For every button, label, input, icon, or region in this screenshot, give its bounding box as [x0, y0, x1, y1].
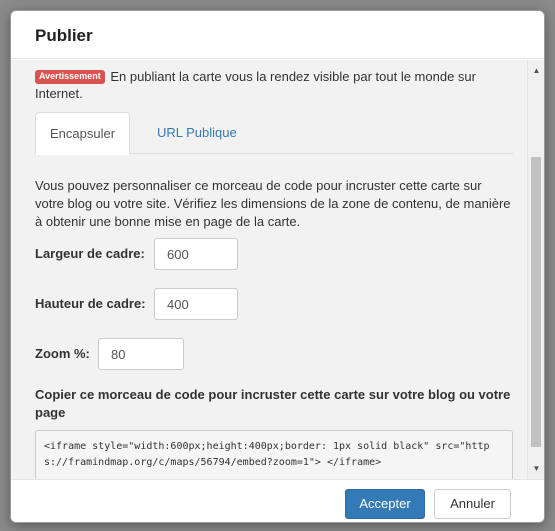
width-label: Largeur de cadre: [35, 246, 145, 261]
dialog-body: Avertissement En publiant la carte vous … [11, 60, 544, 479]
height-field-row: Hauteur de cadre: [35, 288, 335, 320]
height-label: Hauteur de cadre: [35, 296, 146, 311]
cancel-button[interactable]: Annuler [434, 489, 511, 519]
dialog-header: Publier [11, 11, 544, 59]
width-field-row: Largeur de cadre: [35, 238, 335, 270]
publish-dialog: Publier Avertissement En publiant la car… [10, 10, 545, 523]
scroll-thumb[interactable] [531, 157, 541, 447]
tab-bar: Encapsuler URL Publique [35, 112, 513, 155]
tab-encapsuler[interactable]: Encapsuler [35, 112, 131, 155]
height-input[interactable] [154, 288, 238, 320]
tab-url-publique[interactable]: URL Publique [143, 112, 251, 154]
embed-code-textarea[interactable]: <iframe style="width:600px;height:400px;… [35, 430, 513, 479]
embed-description: Vous pouvez personnaliser ce morceau de … [35, 178, 511, 229]
warning-message: Avertissement En publiant la carte vous … [35, 68, 513, 102]
zoom-input[interactable] [98, 338, 184, 370]
scroll-up-arrow-icon[interactable]: ▲ [528, 62, 544, 79]
copy-code-label: Copier ce morceau de code pour incruster… [35, 387, 511, 420]
warning-badge: Avertissement [35, 70, 105, 84]
dialog-footer: Accepter Annuler [11, 479, 544, 522]
vertical-scrollbar[interactable]: ▲ ▼ [527, 60, 544, 479]
dialog-title: Publier [35, 26, 93, 45]
accept-button[interactable]: Accepter [345, 489, 425, 519]
zoom-field-row: Zoom %: [35, 338, 335, 370]
zoom-label: Zoom %: [35, 346, 90, 361]
width-input[interactable] [154, 238, 238, 270]
scroll-down-arrow-icon[interactable]: ▼ [528, 460, 544, 477]
